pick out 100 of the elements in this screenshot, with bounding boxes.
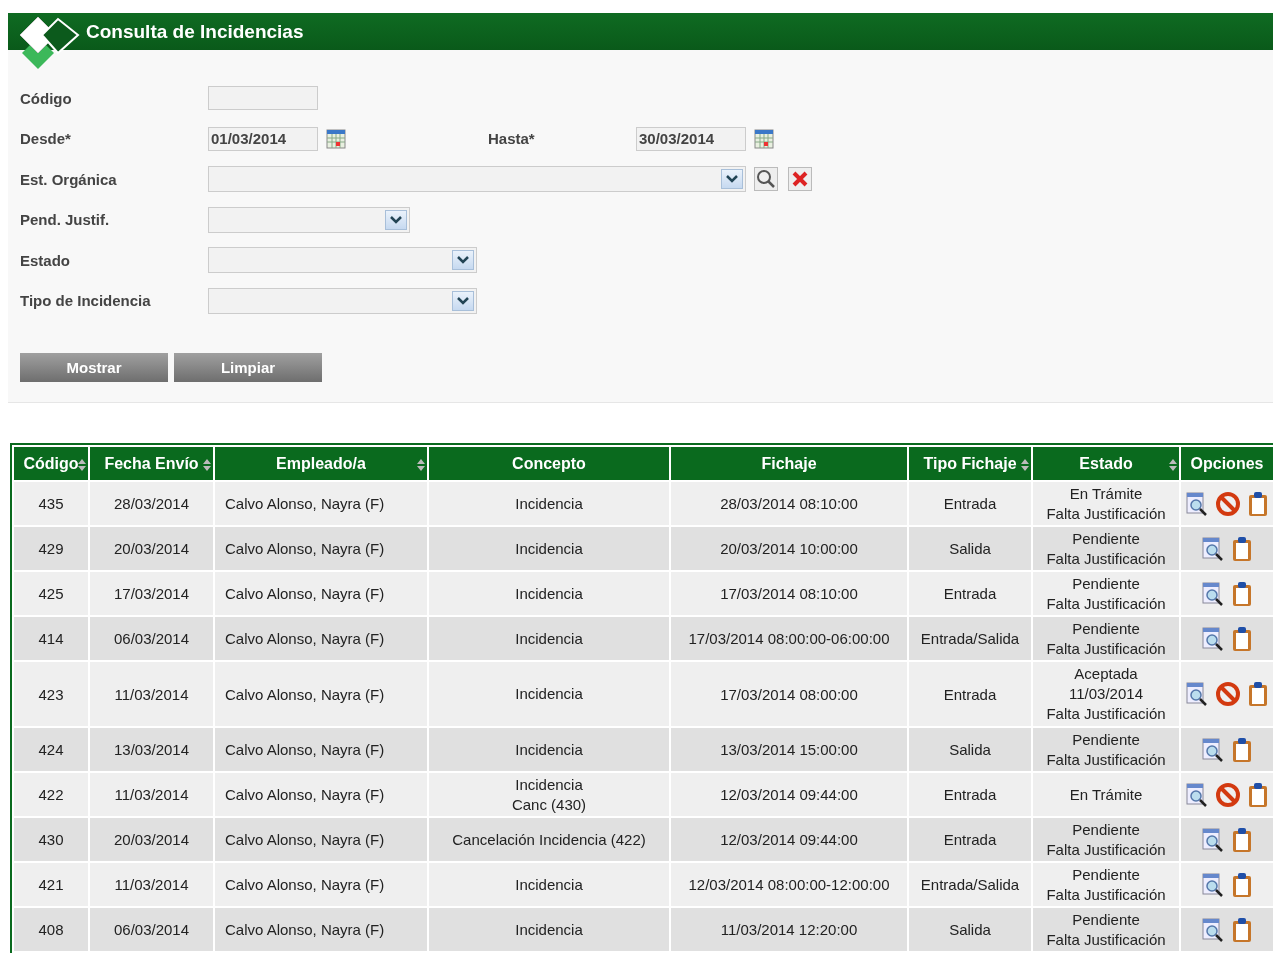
table-cell: En Trámite Falta Justificación xyxy=(1033,482,1179,525)
calendar-icon[interactable] xyxy=(326,128,346,149)
table-cell: 425 xyxy=(14,572,88,615)
date-field[interactable]: 30/03/2014 xyxy=(636,126,746,151)
clipboard-icon[interactable] xyxy=(1247,681,1269,707)
view-icon[interactable] xyxy=(1201,827,1225,852)
prohibited-icon[interactable] xyxy=(1215,490,1241,517)
clipboard-icon[interactable] xyxy=(1231,625,1253,652)
column-header: Fecha Envío xyxy=(90,447,213,480)
date-field[interactable]: 01/03/2014 xyxy=(208,126,318,151)
clipboard-icon[interactable] xyxy=(1231,535,1253,562)
table-cell: Cancelación Incidencia (422) xyxy=(429,818,669,861)
table-cell: 11/03/2014 xyxy=(90,863,213,906)
table-cell: Salida xyxy=(909,527,1031,570)
table-cell: 12/03/2014 09:44:00 xyxy=(671,773,907,816)
field-label: Pend. Justif. xyxy=(20,211,111,229)
prohibited-icon[interactable] xyxy=(1215,681,1241,707)
code-field[interactable] xyxy=(208,86,318,111)
table-cell: Entrada xyxy=(909,662,1031,726)
table-cell: Incidencia xyxy=(429,572,669,615)
clipboard-icon[interactable] xyxy=(1231,916,1253,943)
table-cell: 422 xyxy=(14,773,88,816)
table-cell: Aceptada 11/03/2014 Falta Justificación xyxy=(1033,662,1179,726)
table-cell: 414 xyxy=(14,617,88,660)
column-header: Tipo Fichaje xyxy=(909,447,1031,480)
table-cell: 28/03/2014 xyxy=(90,482,213,525)
view-icon[interactable] xyxy=(1185,782,1209,807)
table-cell: Calvo Alonso, Nayra (F) xyxy=(215,572,427,615)
clipboard-icon[interactable] xyxy=(1231,826,1253,853)
field-label: Estado xyxy=(20,251,71,269)
table-cell: 12/03/2014 08:00:00-12:00:00 xyxy=(671,863,907,906)
table-cell: 20/03/2014 10:00:00 xyxy=(671,527,907,570)
table-cell: Pendiente Falta Justificación xyxy=(1033,818,1179,861)
table-cell: Salida xyxy=(909,728,1031,771)
table-cell: 06/03/2014 xyxy=(90,908,213,951)
view-icon[interactable] xyxy=(1201,737,1225,762)
clipboard-icon[interactable] xyxy=(1231,871,1253,898)
table-cell: 13/03/2014 xyxy=(90,728,213,771)
view-icon[interactable] xyxy=(1185,682,1209,706)
table-cell: Incidencia xyxy=(429,527,669,570)
field-label: Hasta* xyxy=(488,130,536,148)
table-cell: Incidencia xyxy=(429,617,669,660)
page-title: Consulta de Incidencias xyxy=(86,20,304,43)
table-cell: Incidencia xyxy=(429,482,669,525)
table-cell: 430 xyxy=(14,818,88,861)
clipboard-icon[interactable] xyxy=(1231,736,1253,763)
caret-icon xyxy=(457,296,469,305)
field-label: Desde* xyxy=(20,130,72,148)
sort-icon[interactable] xyxy=(1169,458,1177,472)
table-cell: 423 xyxy=(14,662,88,726)
prohibited-icon[interactable] xyxy=(1215,781,1241,808)
clipboard-icon[interactable] xyxy=(1247,490,1269,517)
table-cell: Calvo Alonso, Nayra (F) xyxy=(215,527,427,570)
clipboard-icon[interactable] xyxy=(1247,781,1269,808)
table-cell: Incidencia Canc (430) xyxy=(429,773,669,816)
search-icon[interactable] xyxy=(754,167,778,192)
table-cell: 424 xyxy=(14,728,88,771)
sort-icon[interactable] xyxy=(203,458,211,472)
caret-icon xyxy=(390,215,402,224)
column-header: Fichaje xyxy=(671,447,907,480)
table-cell: Pendiente Falta Justificación xyxy=(1033,863,1179,906)
column-header: Concepto xyxy=(429,447,669,480)
column-header: Empleado/a xyxy=(215,447,427,480)
table-cell: 17/03/2014 08:10:00 xyxy=(671,572,907,615)
clipboard-icon[interactable] xyxy=(1231,580,1253,607)
table-cell: Salida xyxy=(909,908,1031,951)
table-cell: Pendiente Falta Justificación xyxy=(1033,527,1179,570)
sort-icon[interactable] xyxy=(78,458,86,472)
table-cell: Pendiente Falta Justificación xyxy=(1033,617,1179,660)
column-header: Estado xyxy=(1033,447,1179,480)
table-cell: Calvo Alonso, Nayra (F) xyxy=(215,818,427,861)
clear-button[interactable]: Limpiar xyxy=(174,353,322,382)
table-cell: Entrada xyxy=(909,773,1031,816)
view-icon[interactable] xyxy=(1185,491,1209,516)
table-cell: 11/03/2014 12:20:00 xyxy=(671,908,907,951)
view-icon[interactable] xyxy=(1201,917,1225,942)
caret-icon xyxy=(457,256,469,265)
view-icon[interactable] xyxy=(1201,581,1225,606)
table-cell: Calvo Alonso, Nayra (F) xyxy=(215,908,427,951)
caret-icon xyxy=(726,175,738,184)
table-cell: Calvo Alonso, Nayra (F) xyxy=(215,482,427,525)
sort-icon[interactable] xyxy=(417,458,425,472)
column-header: Código xyxy=(14,447,88,480)
calendar-icon[interactable] xyxy=(754,128,774,149)
table-cell: Calvo Alonso, Nayra (F) xyxy=(215,863,427,906)
table-cell: Incidencia xyxy=(429,728,669,771)
table-cell: 13/03/2014 15:00:00 xyxy=(671,728,907,771)
view-icon[interactable] xyxy=(1201,872,1225,897)
table-cell: Incidencia xyxy=(429,863,669,906)
table-cell: 408 xyxy=(14,908,88,951)
sort-icon[interactable] xyxy=(1021,458,1029,472)
table-cell: 20/03/2014 xyxy=(90,818,213,861)
clear-icon[interactable] xyxy=(788,167,812,192)
field-label: Tipo de Incidencia xyxy=(20,292,152,310)
table-cell: En Trámite xyxy=(1033,773,1179,816)
table-cell: Entrada xyxy=(909,572,1031,615)
show-button[interactable]: Mostrar xyxy=(20,353,168,382)
view-icon[interactable] xyxy=(1201,626,1225,651)
view-icon[interactable] xyxy=(1201,536,1225,561)
table-cell: 28/03/2014 08:10:00 xyxy=(671,482,907,525)
